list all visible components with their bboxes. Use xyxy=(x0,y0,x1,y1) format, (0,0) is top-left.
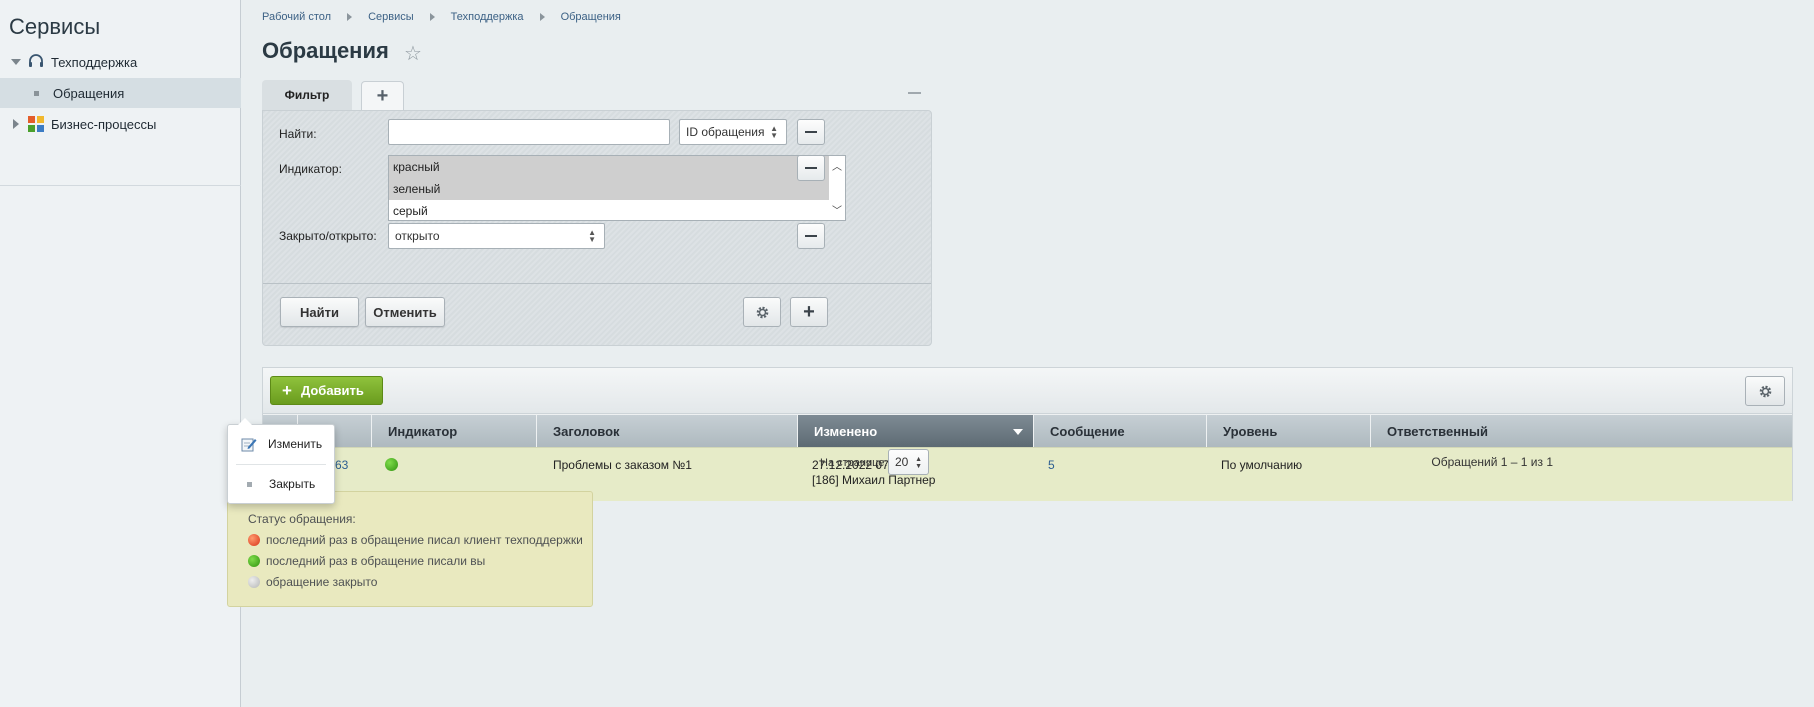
minimize-filter-icon[interactable] xyxy=(908,92,921,94)
sidebar-divider xyxy=(0,180,241,186)
sidebar-item-label: Техподдержка xyxy=(51,54,138,70)
breadcrumb-separator-icon xyxy=(539,13,545,21)
column-changed-label: Изменено xyxy=(814,423,878,439)
indicator-label: Индикатор: xyxy=(279,162,342,176)
tickets-grid: + Добавить ID Индикатор Заголовок Измене… xyxy=(262,367,1793,501)
remove-closed-field-button[interactable] xyxy=(797,223,825,249)
sidebar-item-support[interactable]: Техподдержка xyxy=(0,47,241,77)
row-context-menu: Изменить Закрыть xyxy=(227,418,335,504)
closed-open-select[interactable]: открыто ▲ ▼ xyxy=(388,223,605,249)
menu-item-edit-label: Изменить xyxy=(268,437,323,451)
add-filter-field-button[interactable]: + xyxy=(790,297,828,327)
sidebar-item-label: Бизнес-процессы xyxy=(51,116,157,132)
legend-item-closed: обращение закрыто xyxy=(248,575,377,589)
filter-divider xyxy=(263,283,931,284)
green-status-dot-icon xyxy=(248,555,260,567)
indicator-option-red[interactable]: красный xyxy=(389,156,845,178)
gear-icon xyxy=(756,306,768,318)
updown-arrows-icon: ▲ ▼ xyxy=(770,124,778,140)
per-page-label: На странице: xyxy=(820,457,888,469)
column-title[interactable]: Заголовок xyxy=(537,415,798,447)
cell-changed-by: [186] Михаил Партнер xyxy=(812,473,936,487)
expand-arrow-icon[interactable] xyxy=(11,57,21,67)
closed-open-label: Закрыто/открыто: xyxy=(279,229,377,243)
find-field-select-value: ID обращения xyxy=(686,125,765,139)
menu-item-close-label: Закрыть xyxy=(269,477,316,491)
menu-item-edit[interactable]: Изменить xyxy=(228,426,334,462)
legend-item-text: обращение закрыто xyxy=(266,575,378,589)
table-header: ID Индикатор Заголовок Изменено Сообщени… xyxy=(263,415,1792,447)
per-page-value: 20 xyxy=(895,455,909,469)
headset-icon xyxy=(27,53,45,71)
breadcrumb-item-support[interactable]: Техподдержка xyxy=(451,11,524,23)
grid-settings-button[interactable] xyxy=(1745,376,1785,406)
cell-messages[interactable]: 5 xyxy=(1034,448,1207,502)
sort-desc-icon xyxy=(1013,429,1023,435)
breadcrumb-separator-icon xyxy=(429,13,435,21)
filter-panel: Найти: ID обращения ▲ ▼ Индикатор: красн… xyxy=(262,110,932,346)
sidebar-item-tickets[interactable]: Обращения xyxy=(0,78,241,108)
find-label: Найти: xyxy=(279,127,317,141)
sidebar-item-label: Обращения xyxy=(53,85,125,101)
legend-item-client: последний раз в обращение писал клиент т… xyxy=(248,533,583,547)
listbox-scrollbar[interactable]: ︿ ﹀ xyxy=(829,156,845,220)
indicator-option-green[interactable]: зеленый xyxy=(389,178,845,200)
find-button[interactable]: Найти xyxy=(280,297,359,327)
legend-item-text: последний раз в обращение писали вы xyxy=(266,554,486,568)
bullet-icon xyxy=(247,481,252,487)
breadcrumb: Рабочий стол Сервисы Техподдержка Обраще… xyxy=(262,11,621,23)
closed-open-select-value: открыто xyxy=(395,229,440,243)
column-level[interactable]: Уровень xyxy=(1207,415,1371,447)
cancel-button[interactable]: Отменить xyxy=(365,297,445,327)
per-page-select[interactable]: 20 ▲ ▼ xyxy=(888,449,929,475)
filter-settings-button[interactable] xyxy=(743,297,781,327)
gear-icon xyxy=(1759,385,1771,397)
breadcrumb-item-services[interactable]: Сервисы xyxy=(368,11,414,23)
add-button[interactable]: + Добавить xyxy=(270,376,383,405)
total-count: Обращений 1 – 1 из 1 xyxy=(1431,455,1553,469)
column-indicator[interactable]: Индикатор xyxy=(372,415,537,447)
sidebar: Сервисы Техподдержка Обращения Бизнес-пр… xyxy=(0,0,241,707)
page-title: Обращения xyxy=(262,38,389,63)
plus-icon: + xyxy=(803,300,815,323)
bullet-icon xyxy=(34,90,39,96)
search-input[interactable] xyxy=(388,119,670,145)
add-button-label: Добавить xyxy=(300,383,364,398)
green-status-dot-icon xyxy=(385,458,398,471)
cell-level: По умолчанию xyxy=(1221,458,1303,472)
find-field-select[interactable]: ID обращения ▲ ▼ xyxy=(679,119,787,145)
breadcrumb-item-desktop[interactable]: Рабочий стол xyxy=(262,11,331,23)
breadcrumb-separator-icon xyxy=(347,13,353,21)
sidebar-item-business-processes[interactable]: Бизнес-процессы xyxy=(0,109,241,139)
legend-title: Статус обращения: xyxy=(248,512,356,526)
updown-arrows-icon: ▲ ▼ xyxy=(588,228,596,244)
status-legend: Статус обращения: последний раз в обраще… xyxy=(227,491,593,607)
plus-icon: + xyxy=(282,380,292,400)
menu-divider xyxy=(236,464,326,465)
red-status-dot-icon xyxy=(248,534,260,546)
legend-item-text: последний раз в обращение писал клиент т… xyxy=(266,533,583,547)
indicator-option-grey[interactable]: серый xyxy=(389,200,845,222)
column-messages[interactable]: Сообщение xyxy=(1034,415,1207,447)
legend-item-you: последний раз в обращение писали вы xyxy=(248,554,485,568)
edit-icon xyxy=(241,436,257,452)
tab-filter[interactable]: Фильтр xyxy=(262,80,352,110)
scroll-up-icon[interactable]: ︿ xyxy=(832,158,842,173)
menu-item-close[interactable]: Закрыть xyxy=(228,466,334,502)
favorite-star-icon[interactable]: ☆ xyxy=(404,41,422,66)
updown-arrows-icon: ▲ ▼ xyxy=(915,456,922,470)
remove-find-field-button[interactable] xyxy=(797,119,825,145)
grey-status-dot-icon xyxy=(248,576,260,588)
column-responsible[interactable]: Ответственный xyxy=(1371,415,1792,447)
indicator-listbox[interactable]: красный зеленый серый ︿ ﹀ xyxy=(388,155,846,221)
breadcrumb-item-tickets[interactable]: Обращения xyxy=(561,11,621,23)
grid-toolbar: + Добавить xyxy=(263,368,1792,414)
remove-indicator-field-button[interactable] xyxy=(797,155,825,181)
column-changed[interactable]: Изменено xyxy=(798,415,1034,447)
scroll-down-icon[interactable]: ﹀ xyxy=(832,202,842,217)
business-process-icon xyxy=(27,115,45,133)
expand-arrow-icon[interactable] xyxy=(11,119,21,129)
